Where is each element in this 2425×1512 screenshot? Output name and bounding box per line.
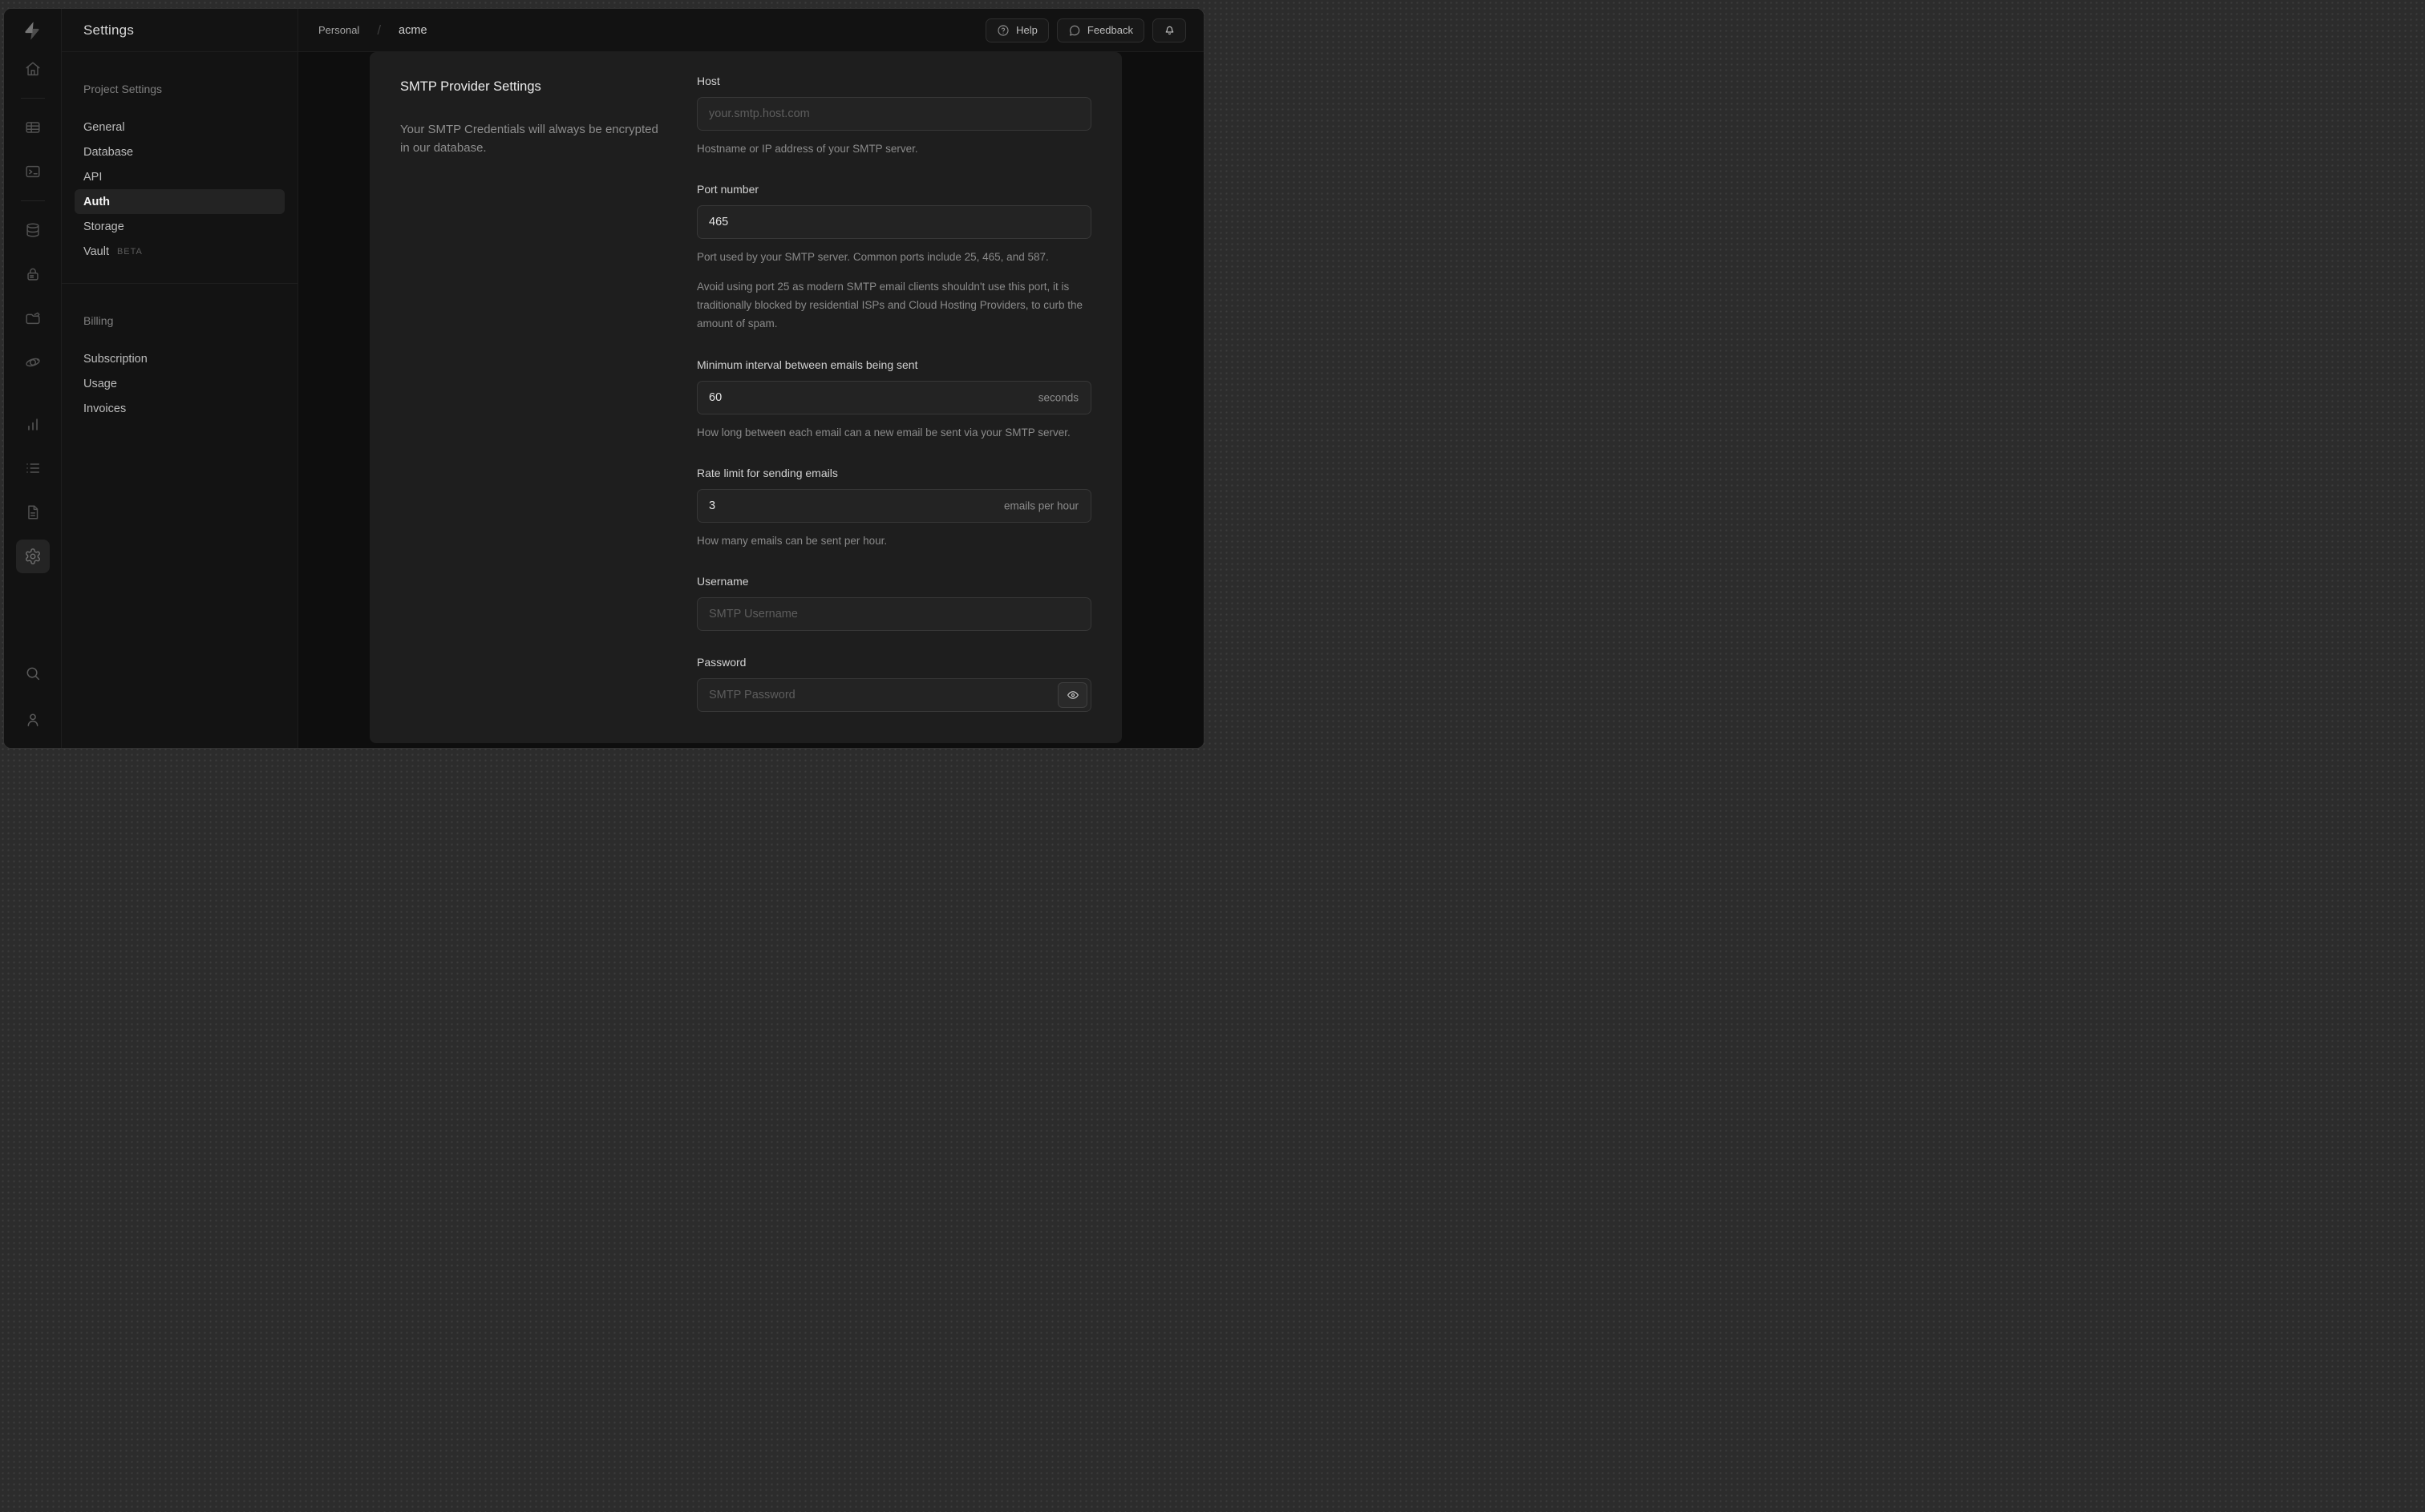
host-helper: Hostname or IP address of your SMTP serv… — [697, 143, 918, 155]
interval-label: Minimum interval between emails being se… — [697, 358, 918, 371]
port-helper: Port used by your SMTP server. Common po… — [697, 251, 1049, 264]
interval-field: Minimum interval between emails being se… — [697, 358, 1091, 442]
smtp-settings-panel: SMTP Provider Settings Your SMTP Credent… — [370, 52, 1122, 743]
app-window: Settings Project Settings General Databa… — [3, 8, 1204, 749]
username-label: Username — [697, 575, 749, 588]
user-icon[interactable] — [16, 703, 50, 737]
port-input[interactable] — [697, 205, 1091, 240]
username-field: Username — [697, 575, 1091, 632]
sidebar-item-vault[interactable]: Vault BETA — [75, 239, 285, 264]
sidebar-item-general[interactable]: General — [75, 115, 285, 139]
sidebar-item-label: Vault — [83, 245, 109, 258]
rate-limit-input[interactable] — [697, 488, 1091, 523]
billing-section: Billing Subscription Usage Invoices — [62, 284, 298, 421]
sidebar-item-api[interactable]: API — [75, 164, 285, 189]
rate-limit-helper: How many emails can be sent per hour. — [697, 534, 888, 547]
panel-intro: SMTP Provider Settings Your SMTP Credent… — [400, 75, 666, 737]
breadcrumb-org[interactable]: Personal — [318, 24, 359, 36]
beta-badge: BETA — [116, 246, 143, 257]
reveal-password-button[interactable] — [1058, 682, 1087, 709]
feedback-button[interactable]: Feedback — [1056, 18, 1144, 42]
eye-icon — [1067, 689, 1079, 701]
rail-divider — [20, 200, 45, 201]
section-heading: Project Settings — [83, 83, 163, 95]
smtp-form: Host Hostname or IP address of your SMTP… — [697, 75, 1091, 737]
port-helper-warning: Avoid using port 25 as modern SMTP email… — [697, 280, 1083, 330]
topbar-actions: Help Feedback — [986, 18, 1186, 42]
auth-icon[interactable] — [16, 257, 50, 291]
port-label: Port number — [697, 183, 759, 196]
password-label: Password — [697, 656, 747, 669]
sidebar-item-auth[interactable]: Auth — [75, 189, 285, 214]
section-heading: Billing — [83, 314, 114, 327]
edge-functions-icon[interactable] — [16, 346, 50, 379]
api-docs-icon[interactable] — [16, 495, 50, 529]
logs-icon[interactable] — [16, 451, 50, 485]
feedback-button-label: Feedback — [1087, 24, 1133, 36]
settings-icon[interactable] — [15, 540, 50, 573]
panel-title: SMTP Provider Settings — [400, 79, 541, 94]
password-input[interactable] — [697, 678, 1091, 713]
database-icon[interactable] — [16, 213, 50, 247]
page-title: Settings — [83, 22, 135, 38]
help-button-label: Help — [1016, 24, 1038, 36]
rail-divider — [20, 98, 45, 99]
app-logo[interactable] — [4, 9, 61, 52]
reports-icon[interactable] — [16, 407, 50, 441]
panel-description: Your SMTP Credentials will always be enc… — [400, 123, 658, 156]
rail-bottom-group — [16, 657, 50, 737]
home-icon[interactable] — [16, 52, 50, 86]
sidebar-item-subscription[interactable]: Subscription — [75, 346, 285, 371]
sidebar-item-invoices[interactable]: Invoices — [75, 396, 285, 421]
desktop: { "rail": { "icons": ["home","table-edit… — [0, 0, 1212, 756]
host-field: Host Hostname or IP address of your SMTP… — [697, 75, 1091, 158]
main-area: Personal / acme Help Feedback SMTP Provi… — [298, 9, 1204, 748]
interval-input[interactable] — [697, 380, 1091, 414]
sql-editor-icon[interactable] — [16, 155, 50, 188]
username-input[interactable] — [697, 597, 1091, 632]
content-area: SMTP Provider Settings Your SMTP Credent… — [298, 52, 1204, 748]
sidebar-item-storage[interactable]: Storage — [75, 214, 285, 239]
rate-limit-field: Rate limit for sending emails emails per… — [697, 467, 1091, 550]
password-field: Password — [697, 656, 1091, 713]
supabase-logo-icon — [25, 21, 39, 40]
rate-limit-label: Rate limit for sending emails — [697, 466, 838, 479]
bell-icon — [1163, 23, 1176, 37]
table-editor-icon[interactable] — [16, 111, 50, 144]
project-settings-section: Project Settings General Database API Au… — [62, 83, 298, 264]
search-icon[interactable] — [16, 657, 50, 690]
storage-icon[interactable] — [16, 301, 50, 335]
breadcrumb-project[interactable]: acme — [399, 24, 427, 37]
chat-bubble-icon — [1068, 24, 1081, 37]
interval-helper: How long between each email can a new em… — [697, 426, 1071, 439]
top-bar: Personal / acme Help Feedback — [298, 9, 1204, 52]
host-label: Host — [697, 75, 720, 87]
settings-sidebar-header: Settings — [62, 9, 298, 52]
port-field: Port number Port used by your SMTP serve… — [697, 183, 1091, 333]
notifications-button[interactable] — [1152, 18, 1186, 42]
icon-rail — [4, 9, 62, 748]
settings-sidebar: Settings Project Settings General Databa… — [62, 9, 298, 748]
host-input[interactable] — [697, 97, 1091, 131]
help-button[interactable]: Help — [986, 18, 1049, 42]
breadcrumb-separator: / — [377, 22, 382, 38]
help-circle-icon — [997, 24, 1010, 37]
sidebar-item-database[interactable]: Database — [75, 139, 285, 164]
sidebar-item-usage[interactable]: Usage — [75, 371, 285, 396]
